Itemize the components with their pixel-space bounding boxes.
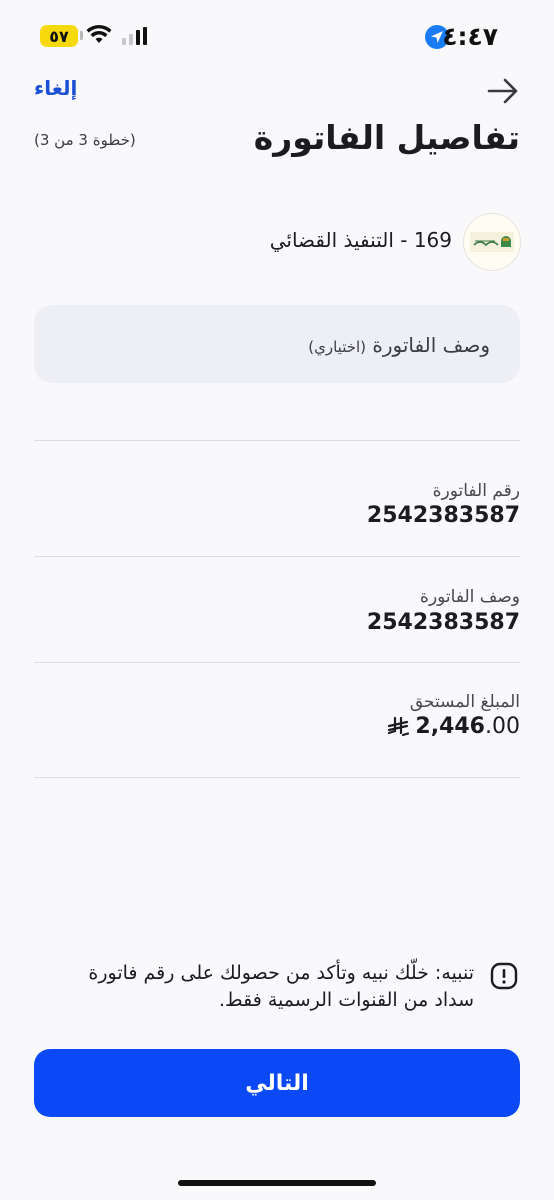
home-indicator [178,1180,376,1186]
invoice-description-input[interactable]: وصف الفاتورة (اختياري) [34,305,520,383]
amount-integer: 2,446 [415,714,485,739]
divider [34,440,520,441]
battery-level: ٥٧ [49,26,69,46]
status-bar: ٥٧ ٤:٤٧ [0,0,554,70]
next-button[interactable]: التالي [34,1049,520,1117]
amount-number: 2,446.00 [415,714,520,739]
battery-icon: ٥٧ [40,25,78,47]
divider [34,662,520,663]
invoice-number-label: رقم الفاتورة [432,481,520,501]
judiciary-logo-icon [470,232,514,252]
signal-icon [122,27,147,45]
divider [34,777,520,778]
cancel-button[interactable]: إلغاء [34,76,77,100]
alert-icon [490,962,518,990]
placeholder-main: وصف الفاتورة [372,333,490,357]
biller-logo [463,213,521,271]
warning-text: تنبيه: خلّك نبيه وتأكد من حصولك على رقم … [88,962,474,1011]
invoice-number-value: 2542383587 [366,503,520,528]
placeholder-optional: (اختياري) [308,338,367,356]
invoice-description-label: وصف الفاتورة [420,587,520,607]
status-time: ٤:٤٧ [442,22,498,51]
amount-due-value: 2,446.00 [387,714,520,739]
riyal-icon [388,716,410,736]
back-arrow-icon[interactable] [486,77,520,105]
biller-name: 169 - التنفيذ القضائي [269,228,452,252]
amount-due-label: المبلغ المستحق [409,692,520,712]
invoice-description-value: 2542383587 [366,610,520,635]
wifi-icon [86,24,112,43]
description-placeholder: وصف الفاتورة (اختياري) [308,333,490,357]
divider [34,556,520,557]
page-title: تفاصيل الفاتورة [253,118,520,157]
amount-decimal: .00 [485,714,520,739]
battery-cap [80,31,83,40]
step-indicator: (خطوة 3 من 3) [34,131,136,149]
